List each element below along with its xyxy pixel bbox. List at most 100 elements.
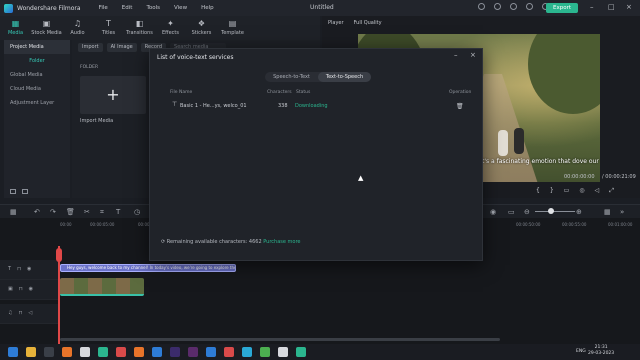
taskbar-app-icon[interactable]: [188, 347, 198, 357]
system-clock[interactable]: 21:31 29-03-2023: [588, 345, 614, 357]
crop-icon[interactable]: ⌗: [100, 208, 104, 216]
trash-icon[interactable]: 🗑: [456, 103, 464, 110]
taskbar-app-icon[interactable]: [224, 347, 234, 357]
zoom-slider-handle[interactable]: [548, 208, 554, 214]
tab-media[interactable]: ▦ Media: [0, 16, 31, 40]
text-t-icon: T: [106, 19, 111, 28]
playhead-handle[interactable]: [56, 248, 62, 262]
tab-effects[interactable]: ✦ Effects: [155, 16, 186, 40]
audio-mix-icon[interactable]: ◉: [490, 208, 496, 216]
taskbar-app-icon[interactable]: [152, 347, 162, 357]
runner-figure: [514, 128, 524, 154]
tab-titles[interactable]: T Titles: [93, 16, 124, 40]
firefox-icon[interactable]: [62, 347, 72, 357]
account-icon[interactable]: [510, 3, 517, 10]
tab-speech-to-text[interactable]: Speech-to-Text: [265, 72, 318, 82]
menu-view[interactable]: View: [174, 5, 187, 11]
cloud-icon[interactable]: [526, 3, 533, 10]
tab-audio[interactable]: ♫ Audio: [62, 16, 93, 40]
tab-stickers[interactable]: ❖ Stickers: [186, 16, 217, 40]
filmora-logo-icon: [4, 3, 13, 13]
open-folder-icon[interactable]: [22, 189, 28, 194]
video-clip[interactable]: [60, 278, 144, 296]
sidebar-item-adjustment-layer[interactable]: Adjustment Layer: [4, 96, 70, 110]
maximize-icon[interactable]: □: [608, 3, 615, 12]
minimize-icon[interactable]: –: [590, 3, 594, 12]
sidebar-item-global-media[interactable]: Global Media: [4, 68, 70, 82]
taskbar-app-icon[interactable]: [98, 347, 108, 357]
taskbar-app-icon[interactable]: [116, 347, 126, 357]
purchase-more-link[interactable]: Purchase more: [263, 239, 300, 245]
row-file-name: Basic 1 - He...ys, welco_01: [180, 103, 247, 109]
marker-icon[interactable]: ▭: [508, 208, 515, 216]
redo-icon[interactable]: ↷: [50, 208, 56, 216]
language-indicator[interactable]: ENG: [576, 349, 586, 354]
sidebar-item-project-media[interactable]: Project Media: [4, 40, 70, 54]
tab-stock-media[interactable]: ▣ Stock Media: [31, 16, 62, 40]
plus-icon: +: [106, 85, 120, 104]
delete-icon[interactable]: 🗑: [66, 208, 75, 216]
layout-icon[interactable]: [478, 3, 485, 10]
tab-text-to-speech[interactable]: Text-to-Speech: [318, 72, 371, 82]
new-folder-icon[interactable]: [10, 189, 16, 194]
taskbar-app-icon[interactable]: [44, 347, 54, 357]
filmora-taskbar-icon[interactable]: [296, 347, 306, 357]
layout-grid-icon[interactable]: ▦: [604, 208, 611, 216]
taskbar-app-icon[interactable]: [134, 347, 144, 357]
menu-help[interactable]: Help: [201, 5, 214, 11]
lock-icon[interactable]: ⊓: [19, 286, 23, 292]
taskbar-app-icon[interactable]: [80, 347, 90, 357]
text-clip[interactable]: Hey guys, welcome back to my channel! In…: [60, 264, 236, 272]
taskbar-app-icon[interactable]: [206, 347, 216, 357]
menu-edit[interactable]: Edit: [122, 5, 133, 11]
close-icon[interactable]: ×: [470, 51, 476, 59]
next-frame-icon[interactable]: }: [550, 187, 554, 195]
tab-template[interactable]: ▤ Template: [217, 16, 248, 40]
file-explorer-icon[interactable]: [26, 347, 36, 357]
menu-tools[interactable]: Tools: [146, 5, 160, 11]
menu-file[interactable]: File: [99, 5, 108, 11]
player-tab[interactable]: Player: [328, 20, 344, 26]
prev-frame-icon[interactable]: {: [536, 187, 540, 195]
quality-select[interactable]: Full Quality: [354, 20, 382, 26]
eye-icon[interactable]: ◉: [29, 286, 33, 292]
start-icon[interactable]: [8, 347, 18, 357]
grid-icon[interactable]: ▦: [10, 208, 17, 216]
minimize-icon[interactable]: –: [454, 51, 458, 59]
service-toggle: Speech-to-Text Text-to-Speech: [265, 72, 371, 82]
lock-icon[interactable]: ⊓: [17, 266, 21, 272]
taskbar-app-icon[interactable]: [260, 347, 270, 357]
zoom-out-icon[interactable]: ⊖: [524, 208, 530, 216]
timeline-scrollbar[interactable]: [60, 338, 500, 341]
zoom-in-icon[interactable]: ⊕: [576, 208, 582, 216]
snapshot-icon[interactable]: ◎: [579, 187, 584, 195]
import-button[interactable]: Import: [78, 42, 103, 52]
video-track-icon: ▣: [8, 286, 13, 292]
taskbar-app-icon[interactable]: [278, 347, 288, 357]
zoom-slider[interactable]: [535, 211, 575, 212]
lock-icon[interactable]: ⊓: [18, 310, 22, 316]
tab-label: Template: [221, 30, 244, 36]
timer-icon[interactable]: ◷: [134, 208, 140, 216]
undo-icon[interactable]: ↶: [34, 208, 40, 216]
import-media-tile[interactable]: +: [80, 76, 146, 114]
sidebar-item-folder[interactable]: Folder: [4, 54, 70, 68]
tab-label: Titles: [101, 30, 116, 36]
volume-icon[interactable]: ◁: [28, 310, 32, 316]
cut-icon[interactable]: ✂: [84, 208, 90, 216]
tab-transitions[interactable]: ◧ Transitions: [124, 16, 155, 40]
more-icon[interactable]: »: [620, 208, 624, 216]
eye-icon[interactable]: ◉: [27, 266, 31, 272]
ai-image-button[interactable]: AI Image: [106, 42, 137, 52]
refresh-icon[interactable]: ⟳: [161, 239, 165, 245]
taskbar-app-icon[interactable]: [242, 347, 252, 357]
volume-icon[interactable]: ◁: [595, 187, 600, 195]
close-window-icon[interactable]: ×: [626, 3, 632, 12]
export-button[interactable]: Export: [546, 3, 578, 13]
settings-icon[interactable]: ⤢: [609, 187, 614, 195]
feedback-icon[interactable]: [494, 3, 501, 10]
text-icon[interactable]: T: [116, 208, 120, 216]
sidebar-item-cloud-media[interactable]: Cloud Media: [4, 82, 70, 96]
fullscreen-icon[interactable]: ▭: [564, 187, 570, 195]
premiere-icon[interactable]: [170, 347, 180, 357]
